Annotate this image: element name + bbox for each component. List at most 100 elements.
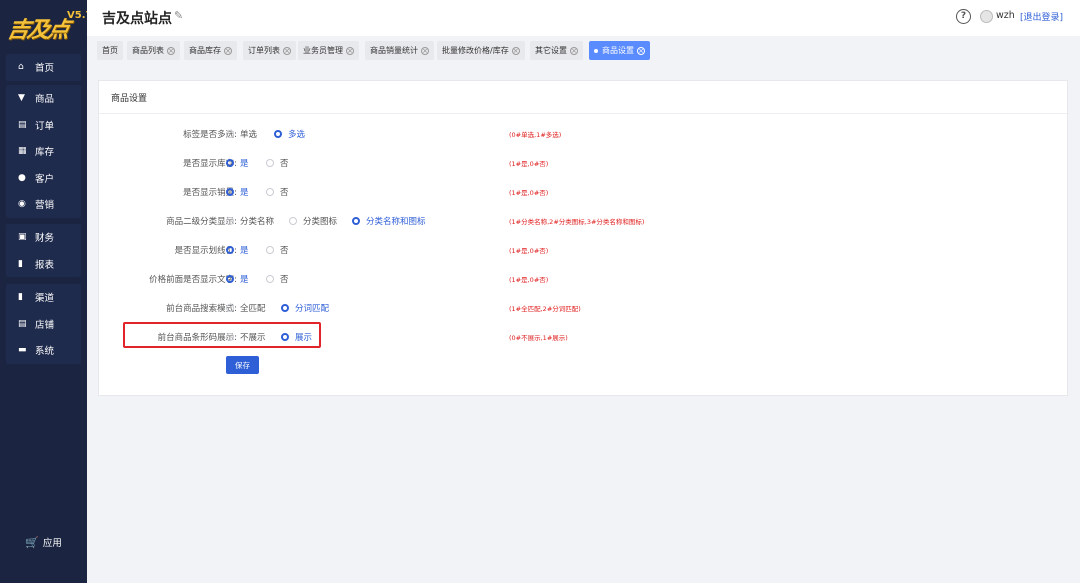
sidebar-group: ⌂ 首页 <box>6 54 81 81</box>
site-title: 吉及点站点 <box>102 11 172 27</box>
sidebar-item-label: 应用 <box>42 538 62 549</box>
tab-6[interactable]: 批量修改价格/库存 × <box>437 41 525 60</box>
radio-icon[interactable] <box>266 275 274 283</box>
radio-option[interactable]: 全匹配 <box>226 302 266 314</box>
radio-option[interactable]: 是 <box>226 273 249 285</box>
close-icon[interactable]: × <box>283 46 291 55</box>
tabs-bar: 首页 商品列表 × 商品库存 × 订单列表 × 业务员管理 × 商品销量统计 × 批量修改价格/库存 ×… <box>87 38 1080 66</box>
sidebar-item-label: 营销 <box>35 200 55 212</box>
cart-icon: ▼ <box>18 93 25 104</box>
radio-option[interactable]: 否 <box>266 157 289 169</box>
edit-icon[interactable]: ✎ <box>174 9 183 22</box>
close-icon[interactable]: × <box>570 46 578 55</box>
radio-icon[interactable] <box>289 217 297 225</box>
marketing-icon: ◉ <box>18 199 26 210</box>
setting-hint: (1#全匹配,2#分词匹配) <box>509 305 581 313</box>
divider <box>99 113 1067 114</box>
close-icon[interactable]: × <box>346 46 354 55</box>
radio-option[interactable]: 分词匹配 <box>281 302 329 314</box>
sidebar-item-2-0[interactable]: ▣ 财务 <box>6 224 81 251</box>
sidebar-item-label: 客户 <box>35 173 55 185</box>
radio-option[interactable]: 分类名称和图标 <box>352 215 426 227</box>
avatar <box>980 10 993 23</box>
tab-label: 批量修改价格/库存 <box>442 46 509 55</box>
tab-label: 首页 <box>102 46 118 55</box>
close-icon[interactable]: × <box>511 46 520 55</box>
close-icon[interactable]: × <box>421 46 429 55</box>
tab-3[interactable]: 订单列表 × <box>243 41 296 60</box>
home-icon: ⌂ <box>18 62 24 73</box>
sidebar-item-1-3[interactable]: ● 客户 <box>6 165 81 192</box>
sidebar-item-1-0[interactable]: ▼ 商品 <box>6 85 81 112</box>
setting-row: 是否显示库存: 是否 (1#是,0#否) <box>99 155 1067 171</box>
sidebar: 吉及点 V5.7 ⌂ 首页 ▼ 商品 ▤ 订单 ▦ 库存 ● 客户 ◉ 营销 ▣ 财务 ▮ 报表 ▮ 渠道 ▤ 店铺 ▬… <box>0 0 93 583</box>
sidebar-item-3-0[interactable]: ▮ 渠道 <box>6 284 81 311</box>
tab-label: 商品销量统计 <box>370 46 418 55</box>
close-icon[interactable]: × <box>224 46 232 55</box>
radio-icon[interactable] <box>226 188 234 196</box>
order-icon: ▤ <box>18 119 27 130</box>
radio-option[interactable]: 多选 <box>274 128 305 140</box>
radio-option[interactable]: 否 <box>266 186 289 198</box>
store-icon: ▤ <box>18 318 27 329</box>
radio-option[interactable]: 单选 <box>226 128 257 140</box>
radio-icon[interactable] <box>274 130 282 138</box>
setting-hint: (1#是,0#否) <box>509 247 549 255</box>
sidebar-item-2-1[interactable]: ▮ 报表 <box>6 251 81 278</box>
system-icon: ▬ <box>18 345 27 356</box>
tab-1[interactable]: 商品列表 × <box>127 41 180 60</box>
radio-icon[interactable] <box>266 159 274 167</box>
radio-label: 全匹配 <box>240 304 266 314</box>
sidebar-item-app[interactable]: 🛒 应用 <box>0 532 87 552</box>
radio-option[interactable]: 分类图标 <box>289 215 337 227</box>
radio-icon[interactable] <box>226 246 234 254</box>
radio-option[interactable]: 是 <box>226 244 249 256</box>
radio-label: 分词匹配 <box>295 304 330 314</box>
tab-label: 订单列表 <box>248 46 280 55</box>
radio-icon[interactable] <box>226 304 234 312</box>
radio-icon[interactable] <box>281 304 289 312</box>
radio-option[interactable]: 否 <box>266 244 289 256</box>
setting-row: 标签是否多选: 单选 多选 (0#单选,1#多选) <box>99 126 1067 142</box>
sidebar-item-3-1[interactable]: ▤ 店铺 <box>6 311 81 338</box>
tab-7[interactable]: 其它设置 × <box>530 41 583 60</box>
tab-0[interactable]: 首页 <box>97 41 123 60</box>
close-icon[interactable]: × <box>167 46 175 55</box>
tab-label: 商品列表 <box>132 46 164 55</box>
radio-option[interactable]: 分类名称 <box>226 215 274 227</box>
radio-icon[interactable] <box>226 275 234 283</box>
radio-icon[interactable] <box>226 217 234 225</box>
report-icon: ▮ <box>18 258 23 269</box>
tab-8[interactable]: 商品设置 × <box>589 41 650 60</box>
setting-hint: (1#是,0#否) <box>509 189 549 197</box>
settings-card: 商品设置 标签是否多选: 单选 多选 (0#单选,1#多选) 是否显示库存: 是否 (1#是… <box>98 80 1068 396</box>
tab-4[interactable]: 业务员管理 × <box>298 41 359 60</box>
sidebar-item-0-0[interactable]: ⌂ 首页 <box>6 54 81 81</box>
radio-icon[interactable] <box>352 217 360 225</box>
radio-option[interactable]: 否 <box>266 273 289 285</box>
radio-label: 单选 <box>240 130 258 140</box>
radio-icon[interactable] <box>266 188 274 196</box>
radio-label: 多选 <box>288 130 306 140</box>
tab-5[interactable]: 商品销量统计 × <box>365 41 434 60</box>
radio-icon[interactable] <box>226 130 234 138</box>
radio-label: 是 <box>240 246 249 256</box>
sidebar-item-1-2[interactable]: ▦ 库存 <box>6 138 81 165</box>
logout-link[interactable]: [退出登录] <box>1020 10 1063 23</box>
save-button[interactable]: 保存 <box>226 356 259 374</box>
sidebar-item-1-4[interactable]: ◉ 营销 <box>6 191 81 218</box>
radio-option[interactable]: 是 <box>226 157 249 169</box>
sidebar-item-label: 首页 <box>35 63 55 75</box>
close-icon[interactable]: × <box>637 46 645 55</box>
radio-option[interactable]: 是 <box>226 186 249 198</box>
logo: 吉及点 V5.7 <box>4 6 93 43</box>
tab-2[interactable]: 商品库存 × <box>184 41 237 60</box>
sidebar-item-1-1[interactable]: ▤ 订单 <box>6 112 81 139</box>
tab-label: 商品设置 <box>602 46 634 55</box>
help-icon[interactable]: ? <box>956 9 971 24</box>
setting-hint: (1#是,0#否) <box>509 160 549 168</box>
radio-icon[interactable] <box>226 159 234 167</box>
card-title: 商品设置 <box>111 94 148 104</box>
radio-icon[interactable] <box>266 246 274 254</box>
sidebar-item-3-2[interactable]: ▬ 系统 <box>6 337 81 364</box>
